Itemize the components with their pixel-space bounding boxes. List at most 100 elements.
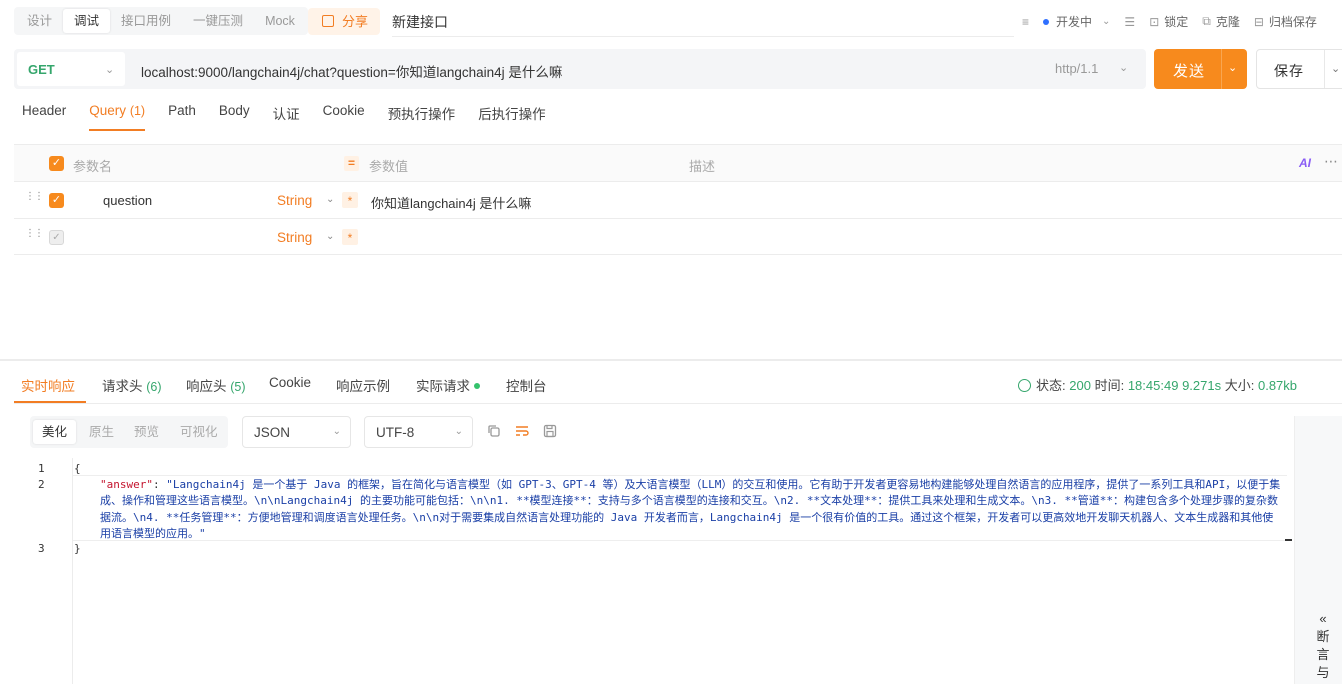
view-pretty[interactable]: 美化 [33,420,77,444]
tab-body[interactable]: Body [219,103,250,131]
tab-cookie[interactable]: Cookie [323,103,365,131]
param-type-select[interactable]: String [277,193,312,208]
env-selector[interactable]: 开发中 ⌄ [1043,13,1110,30]
format-select[interactable]: JSON ⌄ [242,416,351,448]
title-underline [392,36,1014,37]
chevron-down-icon: ⌄ [105,64,115,76]
active-tab-indicator [14,401,86,403]
tab-auth[interactable]: 认证 [273,103,300,131]
json-property: "answer": "Langchain4j 是一个基于 Java 的框架，旨在… [100,477,1284,542]
line-number: 2 [38,478,45,491]
params-header-row: ✓ 参数名 = 参数值 描述 AI ⋯ [14,145,1342,182]
send-dropdown-icon[interactable]: ⌄ [1228,61,1237,74]
lock-button[interactable]: ⊡ 锁定 [1149,13,1188,30]
view-preview[interactable]: 预览 [134,420,159,444]
tab-query[interactable]: Query (1) [89,103,145,131]
param-name-input[interactable]: question [103,193,152,208]
drag-handle-icon[interactable]: ⋮⋮ [25,229,44,239]
line-number: 1 [38,462,45,475]
param-type-select[interactable]: String [277,230,312,245]
bulk-edit-icon[interactable]: = [344,156,359,171]
mode-debug[interactable]: 调试 [63,9,111,33]
share-label: 分享 [342,14,369,29]
chevron-down-icon: ⌄ [1119,62,1129,74]
save-dropdown-icon[interactable]: ⌄ [1331,62,1340,75]
env-label: 开发中 [1056,15,1093,29]
save-divider [1324,50,1325,88]
lock-icon: ⊡ [1149,14,1160,29]
url-input[interactable]: localhost:9000/langchain4j/chat?question… [141,61,562,81]
share-button[interactable]: 分享 [308,8,380,35]
chevron-down-icon: ⌄ [332,426,341,437]
mode-design[interactable]: 设计 [16,9,63,33]
json-colon: : [152,478,167,491]
mode-switcher: 设计 调试 接口用例 一键压测 Mock [14,7,308,35]
select-all-checkbox[interactable]: ✓ [49,156,64,171]
clone-label: 克隆 [1215,15,1240,29]
tab-response-example[interactable]: 响应示例 [336,375,390,395]
response-tabs: 实时响应 请求头 (6) 响应头 (5) Cookie 响应示例 实际请求 控制… [14,364,1342,404]
tab-request-headers[interactable]: 请求头 (6) [102,375,162,395]
row-checkbox[interactable]: ✓ [49,193,64,208]
mode-test-case[interactable]: 接口用例 [110,9,182,33]
send-divider [1221,49,1222,89]
line-number: 3 [38,542,45,555]
side-panel-label: 断言与 [1316,629,1330,680]
method-select[interactable]: GET ⌄ [17,52,125,86]
view-mode-switcher: 美化 原生 预览 可视化 [30,416,228,448]
edit-icon[interactable]: ≡ [1022,15,1029,29]
top-bar: 设计 调试 接口用例 一键压测 Mock 分享 新建接口 ≡ 开发中 ⌄ ☰ ⊡… [0,0,1342,42]
api-name-input[interactable]: 新建接口 [392,12,448,32]
tab-console[interactable]: 控制台 [506,375,547,395]
clone-icon: ⧉ [1202,14,1211,28]
http-version-select[interactable]: http/1.1 [1055,61,1098,76]
assertion-side-panel[interactable]: « 断言与 [1294,416,1342,684]
more-icon[interactable]: ⋯ [1324,153,1338,170]
tab-pre-script[interactable]: 预执行操作 [388,103,456,131]
tab-live-response[interactable]: 实时响应 [21,375,75,395]
mode-mock[interactable]: Mock [254,9,306,33]
drag-handle-icon[interactable]: ⋮⋮ [25,192,44,202]
panel-splitter[interactable] [0,359,1342,361]
required-icon[interactable]: * [342,192,358,208]
response-body-editor[interactable]: 1 2 3 { "answer": "Langchain4j 是一个基于 Jav… [30,458,1294,684]
param-value-input[interactable]: 你知道langchain4j 是什么嘛 [371,193,531,212]
line-number-gutter: 1 2 3 [30,458,73,684]
ai-icon[interactable]: AI [1299,156,1311,170]
wrap-icon[interactable] [515,424,529,438]
chevron-down-icon: ⌄ [1102,16,1111,27]
archive-button[interactable]: ⊟ 归档保存 [1254,13,1317,30]
chevron-down-icon: ⌄ [326,231,335,242]
table-row: ⋮⋮ ✓ String ⌄ * [14,219,1342,256]
params-table: ✓ 参数名 = 参数值 描述 AI ⋯ ⋮⋮ ✓ question String… [14,144,1342,255]
lock-label: 锁定 [1164,15,1189,29]
archive-icon: ⊟ [1253,14,1264,29]
save-response-icon[interactable] [543,424,557,438]
tab-cookie-response[interactable]: Cookie [269,375,311,390]
send-button[interactable]: 发送 ⌄ [1154,49,1247,89]
encoding-label: UTF-8 [376,425,415,440]
url-bar: GET ⌄ localhost:9000/langchain4j/chat?qu… [14,49,1146,89]
text-cursor [1285,539,1292,541]
env-status-dot [1043,18,1050,25]
response-status: 状态: 200 时间: 18:45:49 9.271s 大小: 0.87kb [1018,375,1297,394]
tab-header[interactable]: Header [22,103,66,131]
tab-response-headers[interactable]: 响应头 (5) [186,375,246,395]
save-button[interactable]: 保存 ⌄ [1256,49,1342,89]
list-icon[interactable]: ☰ [1124,15,1135,29]
side-panel-toggle[interactable]: « 断言与 [1315,610,1331,682]
json-key: "answer" [100,478,153,491]
copy-icon[interactable] [487,424,501,438]
close-brace: } [74,542,81,555]
view-raw[interactable]: 原生 [89,420,114,444]
save-label: 保存 [1274,63,1304,79]
row-checkbox[interactable]: ✓ [49,230,64,245]
clone-button[interactable]: ⧉ 克隆 [1202,13,1240,30]
view-visualize[interactable]: 可视化 [180,420,218,444]
encoding-select[interactable]: UTF-8 ⌄ [364,416,473,448]
mode-load-test[interactable]: 一键压测 [182,9,254,33]
tab-actual-request[interactable]: 实际请求 [416,375,480,395]
required-icon[interactable]: * [342,229,358,245]
tab-path[interactable]: Path [168,103,196,131]
tab-post-script[interactable]: 后执行操作 [478,103,546,131]
